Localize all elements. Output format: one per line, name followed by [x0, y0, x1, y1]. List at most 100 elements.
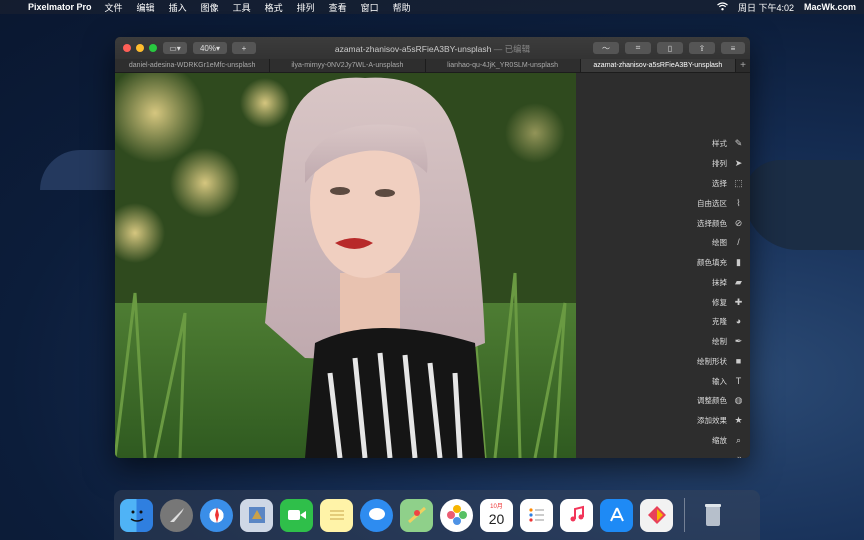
add-button[interactable]: +: [232, 42, 256, 54]
paint-bucket-icon: ▮: [736, 256, 741, 267]
tool-add-effects[interactable]: 添加效果 ★: [697, 413, 744, 427]
tool-arrange[interactable]: 排列 ➤: [712, 156, 744, 170]
tab-ilya-mirnyy[interactable]: ilya-mirnyy-0NV2Jy7WL-A-unsplash: [270, 59, 426, 72]
document-tab-bar: daniel-adesina-WDRKGr1eMfc-unsplash ilya…: [115, 59, 750, 73]
tool-clone[interactable]: 克隆 ◕: [712, 314, 744, 328]
tool-label: 排列: [712, 158, 727, 168]
tool-label: 克隆: [712, 316, 727, 326]
menu-arrange[interactable]: 排列: [290, 1, 322, 14]
trash-icon[interactable]: [696, 499, 729, 532]
tool-label: 绘制形状: [697, 356, 727, 366]
launchpad-rocket-icon[interactable]: [160, 498, 193, 532]
more-tools-icon[interactable]: »: [737, 453, 742, 458]
brush-stroke-icon: 〜: [602, 43, 610, 53]
calendar-icon[interactable]: 10月 20: [480, 498, 513, 532]
title-bar[interactable]: ▭▾ 40% ▾ + azamat-zhanisov-a5sRFieA3BY-un…: [115, 37, 750, 59]
menu-edit[interactable]: 编辑: [130, 1, 162, 14]
safari-compass-icon[interactable]: [200, 498, 233, 532]
menu-view[interactable]: 查看: [322, 1, 354, 14]
tab-lianhao-qu[interactable]: lianhao-qu-4JjK_YR0SLM-unsplash: [425, 59, 581, 72]
tools-sidebar-toggle-button[interactable]: ≡: [721, 42, 745, 54]
tool-type[interactable]: 输入 T: [712, 374, 744, 388]
app-store-icon[interactable]: [600, 498, 633, 532]
select-marquee-icon: ⬚: [734, 177, 743, 188]
zoom-level-value: 40%: [199, 43, 216, 53]
menu-window[interactable]: 窗口: [354, 1, 386, 14]
close-window-button[interactable]: [123, 44, 131, 52]
document-icon: ▯: [667, 43, 673, 53]
lasso-icon: ⌇: [736, 197, 741, 208]
menu-file[interactable]: 文件: [98, 1, 130, 14]
share-toolbar-button[interactable]: ⇪: [689, 42, 715, 54]
tool-freeform-select[interactable]: 自由选区 ⌇: [697, 196, 744, 210]
music-note-icon[interactable]: [560, 498, 593, 532]
document-status: — 已编辑: [493, 44, 531, 54]
view-mode-button[interactable]: ▭▾: [163, 42, 187, 54]
tool-label: 选择: [712, 178, 727, 188]
tab-azamat-zhanisov[interactable]: azamat-zhanisov-a5sRFieA3BY-unsplash: [580, 59, 736, 72]
desktop-island-right: [744, 160, 864, 250]
pixelmator-window: ▭▾ 40% ▾ + azamat-zhanisov-a5sRFieA3BY-un…: [115, 37, 750, 458]
messages-bubble-icon[interactable]: [360, 498, 393, 532]
format-toolbar-button[interactable]: ▯: [657, 42, 683, 54]
menu-insert[interactable]: 插入: [162, 1, 194, 14]
calendar-month: 10月: [490, 504, 503, 510]
calendar-day: 20: [488, 511, 505, 527]
pixelmator-pro-icon[interactable]: [640, 498, 673, 532]
tool-zoom[interactable]: 缩放 ⌕: [712, 433, 744, 447]
clone-stamp-icon: ◕: [735, 316, 742, 326]
plus-icon: +: [241, 43, 247, 53]
tab-daniel-adesina[interactable]: daniel-adesina-WDRKGr1eMfc-unsplash: [115, 59, 271, 72]
menu-bar: Pixelmator Pro 文件 编辑 插入 图像 工具 格式 排列 查看 窗…: [0, 0, 864, 14]
tool-draw-shape[interactable]: 绘制形状 ■: [697, 354, 744, 368]
tool-style[interactable]: 样式 ✎: [712, 136, 744, 150]
fullscreen-window-button[interactable]: [149, 44, 157, 52]
menu-tools[interactable]: 工具: [226, 1, 258, 14]
zoom-level-dropdown[interactable]: 40% ▾: [193, 42, 227, 54]
portrait-photo: [115, 73, 576, 458]
app-menu[interactable]: Pixelmator Pro: [24, 2, 98, 12]
tool-select[interactable]: 选择 ⬚: [712, 176, 744, 190]
image-canvas[interactable]: [115, 73, 576, 458]
photos-flower-icon[interactable]: [440, 498, 473, 532]
tool-label: 缩放: [712, 435, 727, 445]
menu-image[interactable]: 图像: [194, 1, 226, 14]
tool-erase[interactable]: 抹掉 ▰: [712, 275, 744, 289]
bandage-icon: ✚: [734, 296, 743, 307]
finder-icon[interactable]: [120, 498, 153, 532]
menubar-clock[interactable]: 周日 下午4:02: [738, 1, 794, 14]
color-adjust-icon: ◍: [734, 394, 743, 405]
shape-icon: ■: [735, 356, 742, 366]
minimize-window-button[interactable]: [136, 44, 144, 52]
menu-help[interactable]: 帮助: [386, 1, 418, 14]
sidebar-toggle-icon: ▭▾: [169, 43, 181, 53]
chevron-down-icon: ▾: [216, 43, 221, 53]
tool-label: 添加效果: [697, 415, 727, 425]
tool-paint[interactable]: 绘图 /: [712, 235, 744, 249]
mail-stamp-icon[interactable]: [240, 498, 273, 532]
new-tab-plus-icon[interactable]: +: [736, 59, 750, 72]
dock: 10月 20: [114, 490, 760, 540]
crop-toolbar-button[interactable]: ⌗: [625, 42, 651, 54]
facetime-icon[interactable]: [280, 498, 313, 532]
tool-color-adjust[interactable]: 调整颜色 ◍: [697, 393, 744, 407]
eraser-icon: ▰: [735, 276, 742, 287]
maps-icon[interactable]: [400, 498, 433, 532]
tool-label: 颜色填充: [697, 257, 727, 267]
tool-repair[interactable]: 修复 ✚: [712, 295, 744, 309]
menu-format[interactable]: 格式: [258, 1, 290, 14]
brush-icon: /: [737, 237, 740, 247]
tool-select-color[interactable]: 选择颜色 ⊘: [697, 216, 744, 230]
tool-label: 选择颜色: [697, 218, 727, 228]
repair-toolbar-button[interactable]: 〜: [593, 42, 619, 54]
tool-draw[interactable]: 绘制 ✒: [712, 334, 744, 348]
reminders-icon[interactable]: [520, 498, 553, 532]
eyedropper-icon: ⊘: [734, 217, 743, 228]
tool-color-fill[interactable]: 颜色填充 ▮: [697, 255, 744, 269]
tool-label: 修复: [712, 297, 727, 307]
pen-nib-icon: ✒: [734, 335, 743, 346]
notes-icon[interactable]: [320, 498, 353, 532]
zoom-magnifier-icon: ⌕: [735, 434, 742, 445]
share-icon: ⇪: [698, 43, 706, 53]
wifi-icon[interactable]: [717, 1, 728, 13]
